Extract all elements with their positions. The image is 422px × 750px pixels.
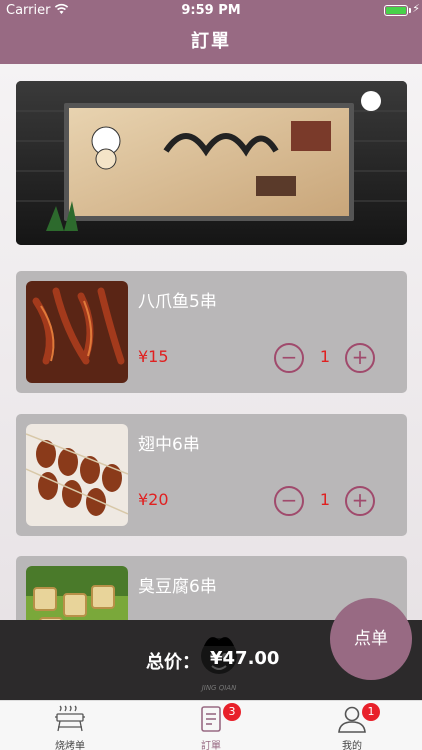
item-image-wings	[26, 424, 128, 526]
status-bar: Carrier 9:59 PM ⚡	[0, 0, 422, 22]
order-item: 八爪鱼5串 ¥15 − 1 +	[16, 271, 407, 393]
tab-orders[interactable]: 3 訂單	[141, 701, 281, 750]
battery-icon	[384, 5, 408, 16]
total-price: ¥47.00	[210, 648, 280, 669]
tab-label: 我的	[342, 741, 362, 750]
order-content[interactable]: 八爪鱼5串 ¥15 − 1 + 翅中6串 ¥20 − 1 + 臭豆腐6串	[0, 64, 422, 620]
order-item: 翅中6串 ¥20 − 1 +	[16, 414, 407, 536]
item-image-stinky-tofu	[26, 566, 128, 620]
decrease-quantity-button[interactable]: −	[274, 486, 304, 516]
tab-bar: 烧烤单 3 訂單 1 我的	[0, 700, 422, 750]
svg-text:JING QIAN: JING QIAN	[200, 684, 237, 692]
banner-image	[16, 81, 407, 245]
orders-badge: 3	[223, 703, 241, 721]
place-order-button[interactable]: 点单	[330, 598, 412, 680]
page-title: 訂單	[191, 31, 231, 52]
item-price: ¥15	[138, 347, 169, 366]
decrease-quantity-button[interactable]: −	[274, 343, 304, 373]
total-label: 总价：	[146, 652, 200, 673]
item-price: ¥20	[138, 490, 169, 509]
tab-label: 烧烤单	[55, 741, 85, 750]
tab-profile[interactable]: 1 我的	[282, 701, 422, 750]
item-name: 翅中6串	[138, 435, 200, 455]
item-image-octopus	[26, 281, 128, 383]
item-name: 臭豆腐6串	[138, 577, 217, 597]
item-quantity: 1	[319, 347, 331, 366]
grill-icon	[55, 705, 85, 732]
tab-grill-menu[interactable]: 烧烤单	[0, 701, 140, 750]
profile-badge: 1	[362, 703, 380, 721]
increase-quantity-button[interactable]: +	[345, 343, 375, 373]
navigation-header: Carrier 9:59 PM ⚡ 訂單	[0, 0, 422, 64]
item-quantity: 1	[319, 490, 331, 509]
tab-label: 訂單	[201, 741, 221, 750]
promo-banner	[16, 81, 407, 245]
item-name: 八爪鱼5串	[138, 292, 217, 312]
battery-tip	[409, 8, 411, 13]
status-time: 9:59 PM	[181, 3, 241, 18]
increase-quantity-button[interactable]: +	[345, 486, 375, 516]
charging-icon: ⚡	[412, 2, 420, 15]
